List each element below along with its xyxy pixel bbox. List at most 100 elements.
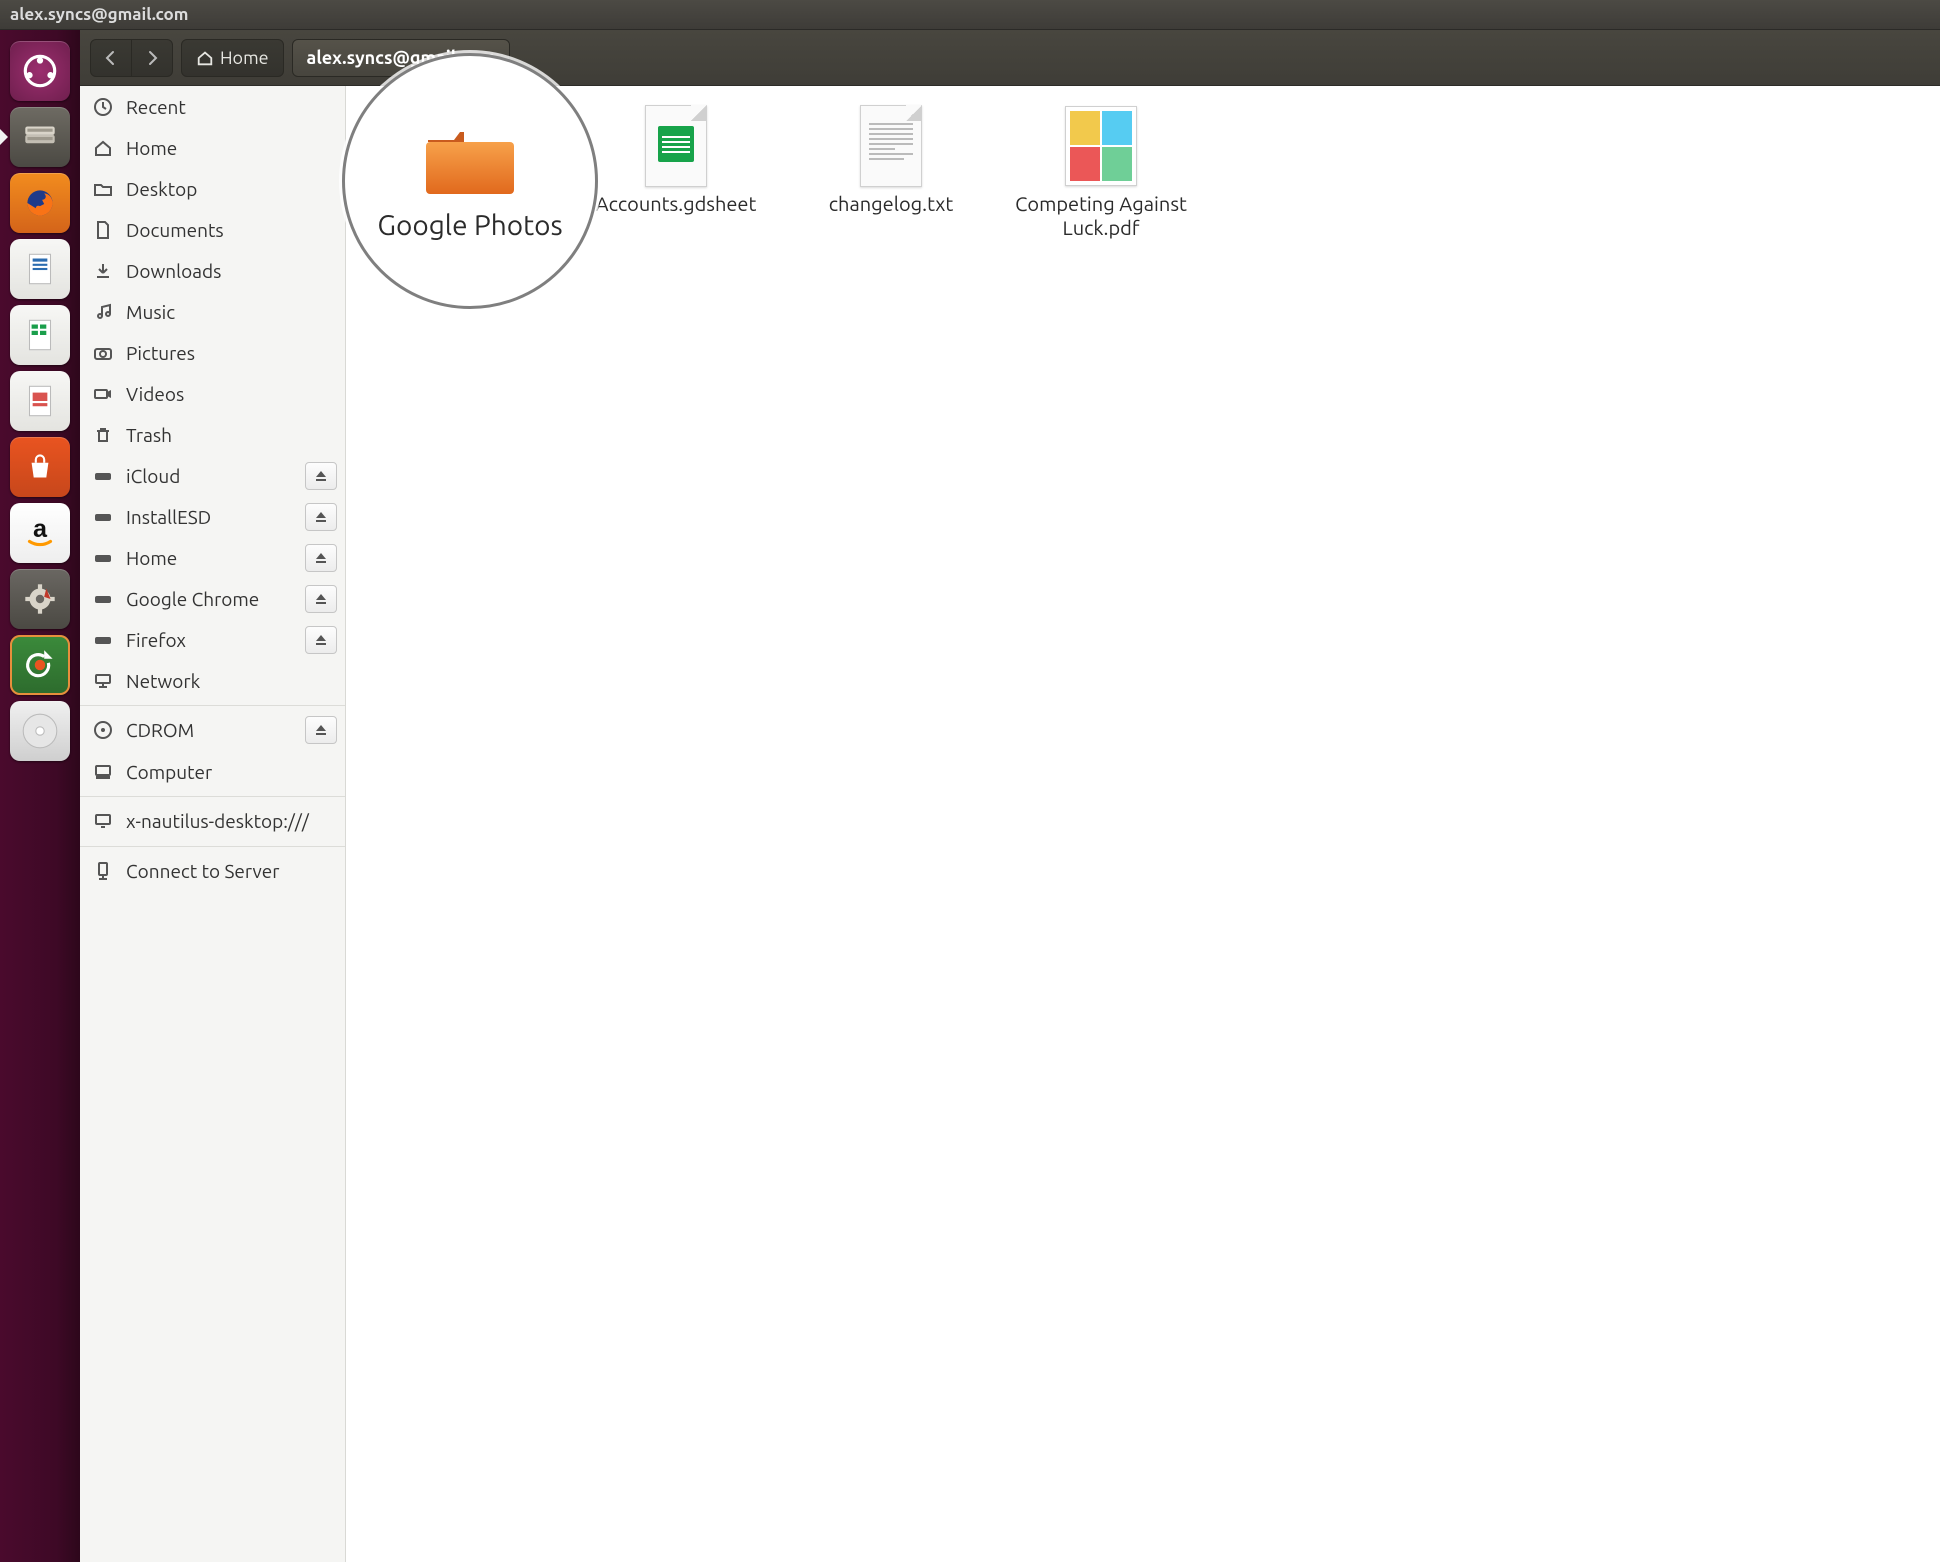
camera-icon [92, 342, 114, 364]
place-nautilus-desktop[interactable]: x-nautilus-desktop:/// [80, 796, 345, 842]
file-changelog-txt[interactable]: changelog.txt [786, 106, 996, 216]
place-label: Computer [126, 761, 212, 783]
eject-button[interactable] [305, 716, 337, 744]
drive-icon [92, 547, 114, 569]
home-icon [196, 49, 214, 67]
file-label: Accounts.gdsheet [596, 192, 757, 216]
drive-icon [92, 506, 114, 528]
chevron-right-icon [144, 50, 160, 66]
place-desktop[interactable]: Desktop [80, 168, 345, 209]
place-firefox-drive[interactable]: Firefox [80, 619, 345, 660]
place-music[interactable]: Music [80, 291, 345, 332]
computer-icon [92, 761, 114, 783]
crumb-home-label: Home [220, 48, 269, 68]
drive-icon [92, 629, 114, 651]
firefox-icon[interactable] [10, 173, 70, 233]
place-label: Videos [126, 383, 184, 405]
file-accounts-gdsheet[interactable]: Accounts.gdsheet [571, 106, 781, 216]
place-videos[interactable]: Videos [80, 373, 345, 414]
chevron-left-icon [103, 50, 119, 66]
eject-button[interactable] [305, 544, 337, 572]
highlight-callout: Google Photos [342, 53, 598, 309]
eject-button[interactable] [305, 626, 337, 654]
desktop-icon [92, 810, 114, 832]
download-icon [92, 260, 114, 282]
writer-icon[interactable] [10, 239, 70, 299]
content-pane[interactable]: Accounts.gdsheet [346, 86, 1940, 1562]
place-home[interactable]: Home [80, 127, 345, 168]
eject-button[interactable] [305, 503, 337, 531]
place-label: Recent [126, 96, 186, 118]
place-label: Home [126, 547, 177, 569]
place-pictures[interactable]: Pictures [80, 332, 345, 373]
document-icon [92, 219, 114, 241]
calc-icon[interactable] [10, 305, 70, 365]
launcher-dock: a [0, 30, 80, 1562]
pdf-thumbnail-icon [1056, 106, 1146, 186]
place-label: Firefox [126, 629, 186, 651]
settings-icon[interactable] [10, 569, 70, 629]
folder-icon [92, 178, 114, 200]
place-connect-server[interactable]: Connect to Server [80, 846, 345, 892]
home-icon [92, 137, 114, 159]
server-icon [92, 860, 114, 882]
place-label: Documents [126, 219, 224, 241]
place-label: Downloads [126, 260, 221, 282]
place-label: iCloud [126, 465, 180, 487]
music-icon [92, 301, 114, 323]
software-updater-icon[interactable] [10, 635, 70, 695]
window-titlebar: alex.syncs@gmail.com [0, 0, 1940, 30]
place-label: Google Chrome [126, 588, 259, 610]
software-center-icon[interactable] [10, 437, 70, 497]
place-label: Connect to Server [126, 860, 279, 882]
place-label: Desktop [126, 178, 197, 200]
crumb-home[interactable]: Home [181, 39, 284, 77]
eject-button[interactable] [305, 585, 337, 613]
places-sidebar: Recent Home Desktop Documents Downloads … [80, 86, 346, 1562]
place-downloads[interactable]: Downloads [80, 250, 345, 291]
video-icon [92, 383, 114, 405]
place-label: Network [126, 670, 200, 692]
forward-button[interactable] [131, 40, 172, 76]
drive-icon [92, 465, 114, 487]
place-installesd[interactable]: InstallESD [80, 496, 345, 537]
window-title: alex.syncs@gmail.com [10, 5, 188, 24]
place-recent[interactable]: Recent [80, 86, 345, 127]
file-label: Competing Against Luck.pdf [1015, 192, 1187, 240]
place-label: Music [126, 301, 175, 323]
drive-icon [92, 588, 114, 610]
place-cdrom[interactable]: CDROM [80, 705, 345, 751]
folder-icon [420, 122, 520, 202]
clock-icon [92, 96, 114, 118]
place-computer[interactable]: Computer [80, 751, 345, 792]
amazon-icon[interactable]: a [10, 503, 70, 563]
place-label: Pictures [126, 342, 195, 364]
place-network[interactable]: Network [80, 660, 345, 701]
text-file-icon [846, 106, 936, 186]
place-label: Home [126, 137, 177, 159]
trash-icon [92, 424, 114, 446]
network-icon [92, 670, 114, 692]
place-label: x-nautilus-desktop:/// [126, 810, 309, 832]
eject-button[interactable] [305, 462, 337, 490]
impress-icon[interactable] [10, 371, 70, 431]
file-competing-pdf[interactable]: Competing Against Luck.pdf [996, 106, 1206, 240]
place-home-drive[interactable]: Home [80, 537, 345, 578]
files-icon[interactable] [10, 107, 70, 167]
file-label: changelog.txt [829, 192, 953, 216]
cd-icon [92, 719, 114, 741]
place-google-chrome[interactable]: Google Chrome [80, 578, 345, 619]
svg-text:a: a [33, 515, 48, 543]
place-icloud[interactable]: iCloud [80, 455, 345, 496]
place-label: InstallESD [126, 506, 211, 528]
back-button[interactable] [91, 40, 131, 76]
disc-icon[interactable] [10, 701, 70, 761]
place-label: CDROM [126, 719, 194, 741]
main-area: Recent Home Desktop Documents Downloads … [80, 86, 1940, 1562]
place-trash[interactable]: Trash [80, 414, 345, 455]
nav-group [90, 39, 173, 77]
file-toolbar: Home alex.syncs@gmail.com [80, 30, 1940, 86]
dash-icon[interactable] [10, 41, 70, 101]
highlight-label: Google Photos [377, 210, 562, 241]
place-documents[interactable]: Documents [80, 209, 345, 250]
